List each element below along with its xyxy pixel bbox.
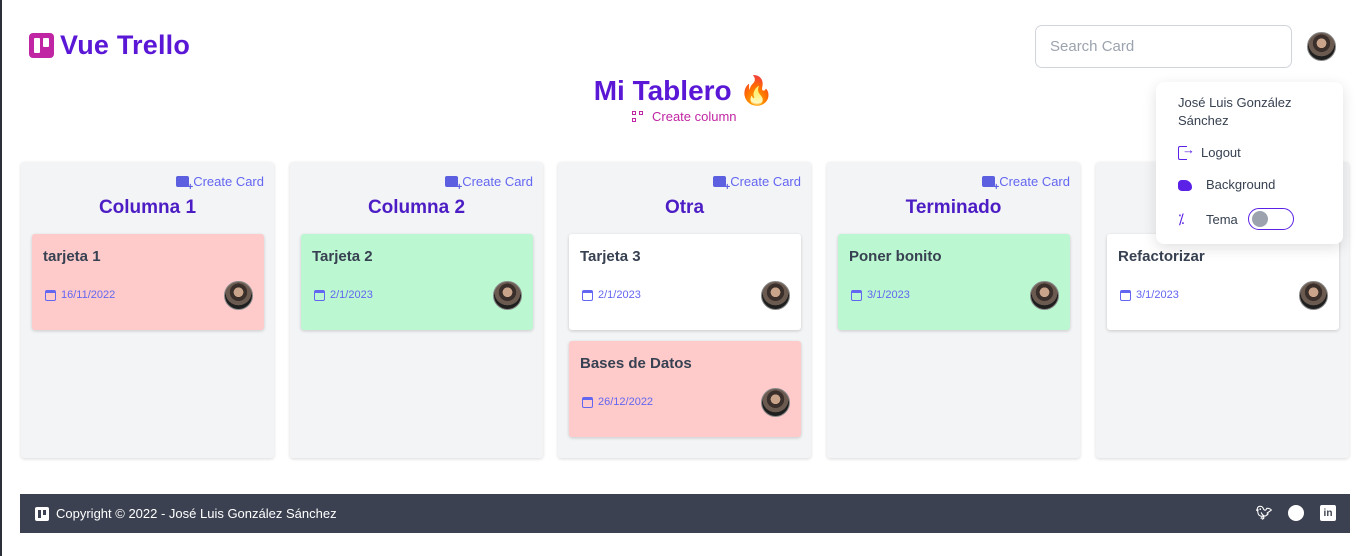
card-avatar bbox=[1030, 281, 1059, 310]
trello-logo-icon bbox=[35, 506, 49, 521]
card-date-text: 3/1/2023 bbox=[867, 289, 910, 301]
column-title: Columna 2 bbox=[367, 197, 466, 218]
add-card-icon bbox=[982, 176, 999, 193]
card-avatar bbox=[493, 281, 522, 310]
card-title: Tarjeta 3 bbox=[580, 248, 641, 265]
logout-menu-item[interactable]: Logout bbox=[1178, 142, 1241, 160]
grid-plus-icon bbox=[632, 110, 644, 123]
card[interactable]: Bases de Datos 26/12/2022 bbox=[569, 341, 801, 437]
card-date: 26/12/2022 bbox=[582, 396, 653, 408]
background-label: Background bbox=[1206, 177, 1276, 192]
card[interactable]: Refactorizar 3/1/2023 bbox=[1107, 234, 1339, 330]
calendar-icon bbox=[314, 289, 325, 301]
card[interactable]: Tarjeta 2 2/1/2023 bbox=[301, 234, 533, 330]
card-avatar bbox=[761, 388, 790, 417]
create-card-label: Create Card bbox=[462, 174, 533, 189]
card-title: Bases de Datos bbox=[580, 355, 692, 372]
create-card-label: Create Card bbox=[730, 174, 801, 189]
search-input[interactable] bbox=[1035, 25, 1292, 68]
card-title: Tarjeta 2 bbox=[312, 248, 373, 265]
logout-label: Logout bbox=[1201, 145, 1241, 160]
github-icon[interactable] bbox=[1288, 505, 1304, 521]
card-date: 3/1/2023 bbox=[1120, 289, 1179, 301]
create-column-label: Create column bbox=[652, 109, 737, 124]
menu-user-name: José Luis González Sánchez bbox=[1178, 95, 1292, 128]
twitter-icon[interactable]: 🐦︎ bbox=[1256, 505, 1273, 521]
brand-title: Vue Trello bbox=[60, 30, 191, 60]
toggle-knob bbox=[1251, 211, 1268, 227]
card-date-text: 3/1/2023 bbox=[1136, 289, 1179, 301]
column-title: Otra bbox=[664, 197, 705, 218]
calendar-icon bbox=[851, 289, 862, 301]
column: Create Card Otra Tarjeta 3 2/1/2023 Base… bbox=[558, 162, 811, 458]
card[interactable]: tarjeta 1 16/11/2022 bbox=[32, 234, 264, 330]
calendar-icon bbox=[45, 289, 56, 301]
calendar-icon bbox=[1120, 289, 1131, 301]
card-avatar bbox=[1299, 281, 1328, 310]
card-date: 3/1/2023 bbox=[851, 289, 910, 301]
card-date-text: 26/12/2022 bbox=[598, 396, 654, 408]
theme-icon: ⁒ bbox=[1178, 211, 1185, 227]
column: Create Card Columna 2 Tarjeta 2 2/1/2023 bbox=[290, 162, 543, 458]
user-avatar[interactable] bbox=[1307, 32, 1336, 61]
column-title: Terminado bbox=[905, 197, 1002, 218]
create-card-button[interactable]: Create Card bbox=[982, 174, 1070, 193]
trello-logo-icon bbox=[29, 33, 54, 58]
user-menu: José Luis González Sánchez Logout Backgr… bbox=[1156, 82, 1343, 244]
brand[interactable]: Vue Trello bbox=[29, 30, 190, 61]
create-column-button[interactable]: Create column bbox=[632, 109, 737, 124]
card-date: 2/1/2023 bbox=[314, 289, 373, 301]
create-card-button[interactable]: Create Card bbox=[176, 174, 264, 193]
card-date: 2/1/2023 bbox=[582, 289, 641, 301]
social-links: 🐦︎ in bbox=[1256, 505, 1336, 521]
logout-icon bbox=[1178, 142, 1195, 160]
card-date-text: 16/11/2022 bbox=[61, 289, 116, 301]
palette-icon bbox=[1178, 180, 1192, 191]
card-title: tarjeta 1 bbox=[43, 248, 101, 265]
card-date-text: 2/1/2023 bbox=[330, 289, 373, 301]
card[interactable]: Tarjeta 3 2/1/2023 bbox=[569, 234, 801, 330]
column: Create Card Columna 1 tarjeta 1 16/11/20… bbox=[21, 162, 274, 458]
column-title: Columna 1 bbox=[98, 197, 197, 218]
theme-toggle[interactable] bbox=[1247, 208, 1294, 230]
background-menu-item[interactable]: Background bbox=[1178, 177, 1275, 192]
theme-label: Tema bbox=[1206, 211, 1238, 227]
card[interactable]: Poner bonito 3/1/2023 bbox=[838, 234, 1070, 330]
card-date-text: 2/1/2023 bbox=[598, 289, 641, 301]
card-date: 16/11/2022 bbox=[45, 289, 115, 301]
create-card-label: Create Card bbox=[193, 174, 264, 189]
footer: Copyright © 2022 - José Luis González Sá… bbox=[20, 494, 1350, 533]
create-card-button[interactable]: Create Card bbox=[445, 174, 533, 193]
card-title: Refactorizar bbox=[1118, 248, 1205, 265]
add-card-icon bbox=[713, 176, 730, 193]
add-card-icon bbox=[176, 176, 193, 193]
footer-copyright: Copyright © 2022 - José Luis González Sá… bbox=[56, 506, 337, 521]
theme-menu-item: ⁒ Tema bbox=[1178, 208, 1294, 230]
card-avatar bbox=[224, 281, 253, 310]
create-card-label: Create Card bbox=[999, 174, 1070, 189]
create-card-button[interactable]: Create Card bbox=[713, 174, 801, 193]
calendar-icon bbox=[582, 396, 593, 408]
column: Create Card Terminado Poner bonito 3/1/2… bbox=[827, 162, 1080, 458]
calendar-icon bbox=[582, 289, 593, 301]
card-avatar bbox=[761, 281, 790, 310]
add-card-icon bbox=[445, 176, 462, 193]
card-title: Poner bonito bbox=[849, 248, 942, 265]
linkedin-icon[interactable]: in bbox=[1320, 505, 1336, 521]
